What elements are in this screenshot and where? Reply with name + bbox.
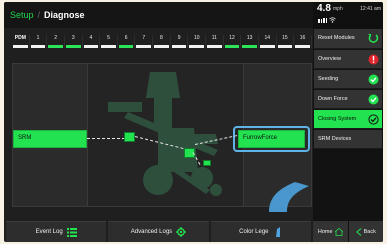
system-diagram: SRM FurrowForce — [12, 63, 312, 212]
pdm-row-4: 4 — [83, 35, 101, 48]
pdm-row-9: 9 — [171, 35, 189, 48]
speed-unit: mph — [333, 6, 343, 12]
sidebar-bottom: Home Back — [313, 221, 383, 242]
pdm-label: PDM — [12, 35, 30, 48]
pdm-row-5: 5 — [100, 35, 118, 48]
pdm-row-status-bar — [224, 45, 240, 48]
connector-srm — [87, 138, 125, 139]
pdm-row-status-bar — [259, 45, 275, 48]
home-button[interactable]: Home — [313, 221, 348, 242]
clock: 12:41 am — [360, 6, 381, 12]
top-bar: Setup / Diagnose — [4, 2, 313, 28]
pdm-row-7: 7 — [135, 35, 154, 48]
check-icon — [368, 114, 379, 125]
pdm-row-2: 2 — [47, 35, 65, 48]
pdm-row-status-bar — [83, 45, 99, 48]
breadcrumb-separator: / — [37, 10, 41, 20]
pdm-row-status-bar — [154, 45, 169, 48]
pdm-row-14: 14 — [259, 35, 277, 48]
check-icon — [368, 74, 379, 85]
closing-sensor-box — [203, 160, 211, 166]
pdm-row-status-bar — [118, 45, 134, 48]
color-legend-button[interactable]: Color Lege — [210, 221, 311, 242]
pdm-row-status-bar — [48, 45, 63, 48]
pdm-row-status-bar — [189, 45, 205, 48]
sidebar-item-seeding[interactable]: Seeding — [314, 70, 382, 89]
pointer-finger-icon — [275, 227, 280, 237]
sidebar-item-closing-system[interactable]: Closing System — [314, 110, 382, 129]
pdm-row-16: 16 — [294, 35, 312, 48]
reset-arrow-icon — [368, 34, 379, 43]
pdm-row-status-bar — [277, 45, 293, 48]
list-icon — [66, 227, 77, 237]
pdm-row-15: 15 — [277, 35, 295, 48]
status-panel: 4.8 mph 12:41 am — [313, 2, 383, 28]
srm-module-box — [124, 132, 135, 142]
pdm-row-status-bar — [242, 45, 257, 48]
sidebar-item-down-force[interactable]: Down Force — [314, 90, 382, 109]
pdm-row-status-bar — [101, 45, 116, 48]
tap-pointer-icon — [269, 182, 309, 212]
page-title: Diagnose — [44, 10, 85, 20]
chevron-left-icon — [355, 227, 361, 236]
selection-highlight — [233, 126, 310, 152]
srm-node[interactable]: SRM — [13, 130, 87, 148]
sidebar-item-srm-devices[interactable]: SRM Devices — [314, 130, 382, 149]
pdm-row-11: 11 — [206, 35, 224, 48]
check-icon — [368, 94, 379, 105]
pdm-row-status: PDM 1 2 3 4 5 6 7 8 9 10 11 12 13 14 15 16 — [12, 35, 312, 48]
breadcrumb-setup[interactable]: Setup — [10, 10, 34, 20]
pdm-row-8: 8 — [153, 35, 171, 48]
pdm-row-12: 12 — [224, 35, 242, 48]
sidebar: Reset Modules Overview Seeding Down Force C… — [313, 28, 383, 242]
error-icon — [368, 54, 379, 65]
home-icon — [334, 227, 343, 236]
reset-modules-button[interactable]: Reset Modules — [314, 29, 382, 49]
event-log-button[interactable]: Event Log — [6, 221, 107, 242]
pdm-row-status-bar — [207, 45, 222, 48]
pdm-row-3: 3 — [65, 35, 83, 48]
gear-icon — [176, 227, 187, 237]
monitor-screen: Setup / Diagnose 4.8 mph 12:41 am PDM 12… — [4, 2, 383, 242]
bottom-toolbar: Event Log Advanced Logs Color Lege — [4, 221, 313, 242]
pdm-row-status-bar — [295, 45, 310, 48]
pdm-row-status-bar — [171, 45, 187, 48]
pdm-row-status-bar — [136, 45, 152, 48]
pdm-row-status-bar — [30, 45, 46, 48]
planter-row-unit-image — [108, 72, 222, 196]
pdm-row-10: 10 — [188, 35, 207, 48]
pdm-row-6: 6 — [118, 35, 136, 48]
display-bezel: Setup / Diagnose 4.8 mph 12:41 am PDM 12… — [0, 0, 387, 244]
pdm-row-13: 13 — [241, 35, 259, 48]
pdm-row-1: 1 — [30, 35, 48, 48]
speed-value: 4.8 — [317, 3, 331, 14]
sidebar-item-overview[interactable]: Overview — [314, 50, 382, 69]
pdm-row-status-bar — [65, 45, 81, 48]
signal-bars-icon — [318, 17, 336, 23]
advanced-logs-button[interactable]: Advanced Logs — [108, 221, 209, 242]
back-button[interactable]: Back — [348, 221, 383, 242]
